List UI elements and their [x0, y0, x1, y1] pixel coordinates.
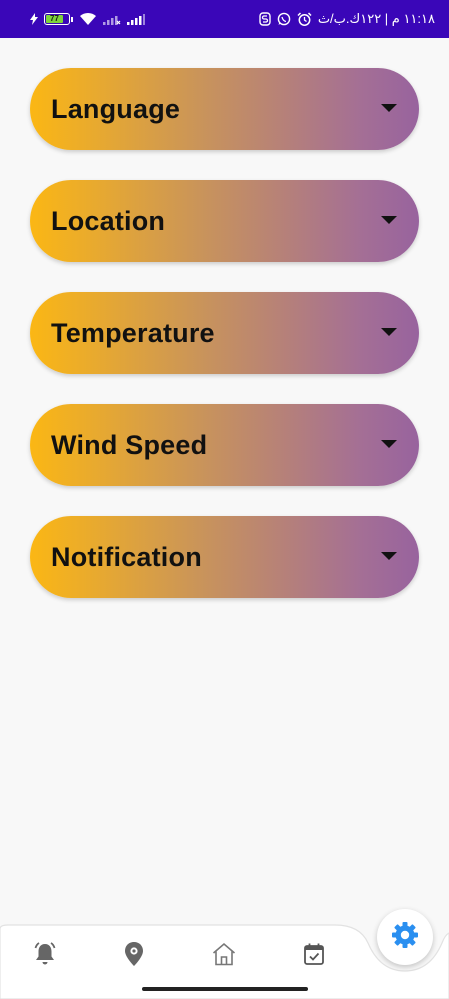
map-pin-icon: [123, 941, 145, 972]
alarm-bell-icon: [32, 941, 58, 972]
gear-icon: [390, 920, 420, 955]
caret-down-icon[interactable]: [381, 103, 397, 112]
wind-speed-dropdown[interactable]: Wind Speed: [30, 404, 419, 486]
calendar-check-icon: [303, 942, 325, 971]
status-bar: 77 ١١:١٨ م | ١٢٢ك.ب/ث: [0, 0, 449, 38]
caret-down-icon[interactable]: [381, 439, 397, 448]
whatsapp-icon: [277, 12, 291, 26]
alarm-clock-icon: [297, 11, 312, 27]
s-app-icon: [259, 12, 271, 26]
caret-down-icon[interactable]: [381, 327, 397, 336]
status-left: 77: [30, 12, 145, 26]
caret-down-icon[interactable]: [381, 215, 397, 224]
setting-label: Language: [51, 93, 181, 124]
battery-icon: 77: [44, 13, 73, 25]
battery-level: 77: [46, 15, 63, 23]
setting-label: Notification: [51, 541, 202, 572]
location-dropdown[interactable]: Location: [30, 180, 419, 262]
signal-weak-icon: [103, 13, 121, 25]
setting-label: Temperature: [51, 317, 215, 348]
nav-home[interactable]: [207, 939, 241, 973]
settings-fab[interactable]: [377, 909, 433, 965]
temperature-dropdown[interactable]: Temperature: [30, 292, 419, 374]
home-indicator: [142, 987, 308, 991]
nav-calendar[interactable]: [297, 939, 331, 973]
notification-dropdown[interactable]: Notification: [30, 516, 419, 598]
status-right: ١١:١٨ م | ١٢٢ك.ب/ث: [259, 11, 435, 27]
charging-icon: [30, 13, 38, 25]
setting-label: Location: [51, 205, 166, 236]
nav-alarm[interactable]: [28, 939, 62, 973]
caret-down-icon[interactable]: [381, 551, 397, 560]
language-dropdown[interactable]: Language: [30, 68, 419, 150]
settings-list: Language Location Temperature Wind Speed…: [30, 68, 419, 628]
signal-icon: [127, 13, 145, 25]
home-icon: [211, 941, 237, 972]
nav-location[interactable]: [117, 939, 151, 973]
setting-label: Wind Speed: [51, 429, 208, 460]
wifi-icon: [79, 12, 97, 26]
status-time: ١١:١٨ م | ١٢٢ك.ب/ث: [317, 11, 435, 26]
